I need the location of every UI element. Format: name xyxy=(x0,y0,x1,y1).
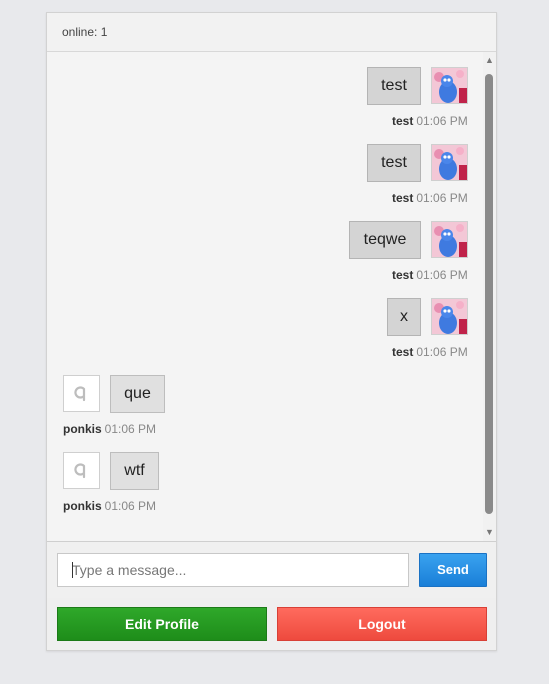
message-time: 01:06 PM xyxy=(104,499,157,513)
message-author: test xyxy=(392,114,414,128)
chat-header: online: 1 xyxy=(47,13,496,52)
message-item: teqwe test 01:06 PM xyxy=(47,206,483,286)
message-meta: ponkis 01:06 PM xyxy=(63,422,156,436)
message-meta: ponkis 01:06 PM xyxy=(63,499,156,513)
user-avatar xyxy=(431,298,468,335)
message-time: 01:06 PM xyxy=(416,268,468,282)
message-bubble: test xyxy=(367,67,421,105)
avatar-image xyxy=(432,68,467,103)
scrollbar-thumb[interactable] xyxy=(485,74,493,514)
message-time: 01:06 PM xyxy=(416,114,468,128)
avatar-image xyxy=(432,222,467,257)
user-avatar xyxy=(431,67,468,104)
user-avatar xyxy=(431,221,468,258)
scroll-down-arrow-icon[interactable]: ▼ xyxy=(483,526,496,539)
message-item: test test 01:06 PM xyxy=(47,129,483,209)
message-meta: test 01:06 PM xyxy=(392,191,468,205)
message-bubble: que xyxy=(110,375,165,413)
message-time: 01:06 PM xyxy=(416,345,468,359)
message-scrollbar[interactable]: ▲ ▼ xyxy=(483,52,496,541)
message-composer: Type a message... Send xyxy=(47,541,496,598)
message-bubble: test xyxy=(367,144,421,182)
message-meta: test 01:06 PM xyxy=(392,114,468,128)
default-avatar-icon xyxy=(64,453,99,488)
message-item: x test 01:06 PM xyxy=(47,283,483,363)
profile-actions: Edit Profile Logout xyxy=(47,598,496,650)
message-time: 01:06 PM xyxy=(416,191,468,205)
online-count: online: 1 xyxy=(62,25,108,39)
user-avatar xyxy=(63,452,100,489)
message-author: ponkis xyxy=(63,422,102,436)
message-item: que ponkis 01:06 PM xyxy=(47,360,483,440)
message-list[interactable]: test test 01:06 PM test test 01:06 PM te… xyxy=(47,52,496,541)
message-author: ponkis xyxy=(63,499,102,513)
logout-button[interactable]: Logout xyxy=(277,607,487,641)
send-button[interactable]: Send xyxy=(419,553,487,587)
message-time: 01:06 PM xyxy=(104,422,157,436)
message-meta: test 01:06 PM xyxy=(392,268,468,282)
avatar-image xyxy=(432,145,467,180)
user-avatar xyxy=(63,375,100,412)
message-author: test xyxy=(392,191,414,205)
message-item: wtf ponkis 01:06 PM xyxy=(47,437,483,517)
message-bubble: wtf xyxy=(110,452,159,490)
message-item: test test 01:06 PM xyxy=(47,52,483,132)
edit-profile-button[interactable]: Edit Profile xyxy=(57,607,267,641)
message-bubble: teqwe xyxy=(349,221,421,259)
message-input[interactable]: Type a message... xyxy=(57,553,409,587)
message-author: test xyxy=(392,268,414,282)
text-caret xyxy=(72,562,73,578)
message-meta: test 01:06 PM xyxy=(392,345,468,359)
chat-panel: online: 1 test test 01:06 PM test test 0… xyxy=(46,12,497,651)
scroll-up-arrow-icon[interactable]: ▲ xyxy=(483,54,496,67)
default-avatar-icon xyxy=(64,376,99,411)
user-avatar xyxy=(431,144,468,181)
message-author: test xyxy=(392,345,414,359)
avatar-image xyxy=(432,299,467,334)
message-input-placeholder: Type a message... xyxy=(72,562,187,578)
message-bubble: x xyxy=(387,298,421,336)
